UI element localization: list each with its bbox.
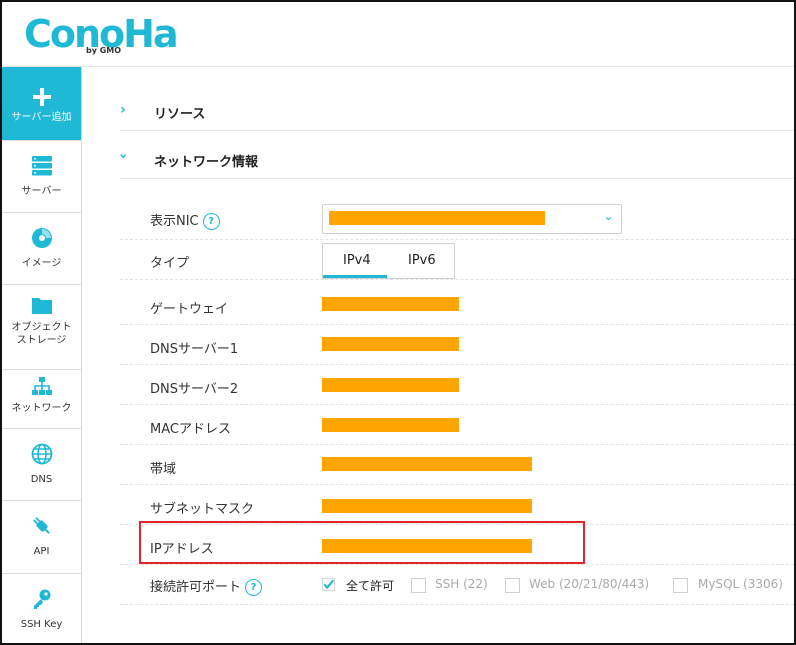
chevron-down-icon: ⌄ xyxy=(603,210,613,223)
sidebar-item-add-server[interactable]: サーバー追加 xyxy=(2,67,81,141)
ports-label: 接続許可ポート xyxy=(150,580,242,595)
sidebar-item-network[interactable]: ネットワーク xyxy=(2,370,81,429)
section-title: リソース xyxy=(154,107,206,122)
globe-icon xyxy=(31,443,52,465)
row-bandwidth: 帯域 xyxy=(120,444,794,485)
chevron-down-icon: › xyxy=(114,153,131,159)
sidebar-item-label-line2: ストレージ xyxy=(16,335,67,346)
help-icon[interactable]: ? xyxy=(202,213,220,230)
sidebar-item-label: SSH Key xyxy=(20,619,63,630)
sidebar-item-api[interactable]: API xyxy=(2,501,81,574)
row-subnet: サブネットマスク xyxy=(120,484,794,525)
chevron-right-icon: › xyxy=(120,102,126,118)
folder-icon xyxy=(31,298,52,314)
mac-value-redacted xyxy=(322,418,459,432)
dns1-label: DNSサーバー1 xyxy=(150,342,239,357)
server-icon xyxy=(31,156,52,176)
ip-version-tabs: IPv4 IPv6 xyxy=(322,243,455,279)
app-window: ConoHa by GMO サーバー追加 サーバー イメージ オブジェクト スト… xyxy=(0,0,796,645)
checkbox-ssh[interactable] xyxy=(411,578,426,593)
bandwidth-value-redacted xyxy=(322,457,532,471)
active-tab-indicator xyxy=(323,275,387,278)
subnet-value-redacted xyxy=(322,499,532,513)
row-allowed-ports: 接続許可ポート? 全て許可 SSH (22) Web (20/21/80/443… xyxy=(120,564,794,605)
section-network-info[interactable]: › ネットワーク情報 xyxy=(115,146,794,179)
mac-label: MACアドレス xyxy=(150,422,231,437)
help-icon[interactable]: ? xyxy=(245,579,263,596)
row-gateway: ゲートウェイ xyxy=(120,284,794,325)
dns2-value-redacted xyxy=(322,378,459,392)
gmo-sublogo: by GMO xyxy=(86,46,122,55)
key-icon xyxy=(33,589,50,609)
plus-icon xyxy=(32,88,51,106)
row-dns1: DNSサーバー1 xyxy=(120,324,794,365)
checkbox-label: Web (20/21/80/443) xyxy=(529,577,650,591)
sidebar: サーバー追加 サーバー イメージ オブジェクト ストレージ ネットワーク DNS… xyxy=(2,67,82,643)
checkbox-web[interactable] xyxy=(505,578,520,593)
ports-checkbox-group: 全て許可 SSH (22) Web (20/21/80/443) MySQL (… xyxy=(322,576,794,596)
header: ConoHa by GMO xyxy=(2,2,794,67)
section-resources[interactable]: › リソース xyxy=(120,98,794,131)
checkbox-mysql[interactable] xyxy=(673,578,688,593)
section-title: ネットワーク情報 xyxy=(154,155,259,170)
row-display-nic: 表示NIC? ⌄ xyxy=(120,199,794,240)
sidebar-item-label: ネットワーク xyxy=(11,403,72,414)
sidebar-item-label: DNS xyxy=(30,474,53,485)
gateway-value-redacted xyxy=(322,297,459,311)
sidebar-item-image[interactable]: イメージ xyxy=(2,213,81,285)
sidebar-item-label: サーバー xyxy=(21,186,62,197)
subnet-label: サブネットマスク xyxy=(150,502,255,517)
sidebar-item-label-line1: オブジェクト xyxy=(11,322,72,333)
sidebar-item-label: サーバー追加 xyxy=(11,112,72,123)
sidebar-item-label: API xyxy=(33,546,50,557)
checkbox-label: MySQL (3306) xyxy=(698,577,783,591)
checkbox-label: 全て許可 xyxy=(346,579,395,593)
sidebar-item-label: イメージ xyxy=(21,258,62,269)
row-type: タイプ IPv4 IPv6 xyxy=(120,239,794,280)
nic-select-value-redacted xyxy=(329,211,545,225)
network-icon xyxy=(31,377,52,395)
row-dns2: DNSサーバー2 xyxy=(120,364,794,405)
row-mac: MACアドレス xyxy=(120,404,794,445)
ip-address-highlight-box xyxy=(139,521,585,564)
display-nic-label: 表示NIC xyxy=(150,214,199,229)
dns1-value-redacted xyxy=(322,337,459,351)
tab-ipv4[interactable]: IPv4 xyxy=(343,253,371,268)
dns2-label: DNSサーバー2 xyxy=(150,382,239,397)
plug-icon xyxy=(32,517,50,534)
sidebar-item-server[interactable]: サーバー xyxy=(2,141,81,213)
type-label: タイプ xyxy=(150,256,190,271)
sidebar-item-dns[interactable]: DNS xyxy=(2,429,81,501)
bandwidth-label: 帯域 xyxy=(150,462,177,477)
checkbox-label: SSH (22) xyxy=(435,577,488,591)
disc-icon xyxy=(31,228,52,248)
gateway-label: ゲートウェイ xyxy=(150,302,229,317)
tab-ipv6[interactable]: IPv6 xyxy=(408,253,436,268)
sidebar-item-ssh-key[interactable]: SSH Key xyxy=(2,574,81,643)
sidebar-item-object-storage[interactable]: オブジェクト ストレージ xyxy=(2,285,81,370)
checkbox-allow-all[interactable] xyxy=(322,578,335,591)
nic-select[interactable]: ⌄ xyxy=(322,204,622,234)
